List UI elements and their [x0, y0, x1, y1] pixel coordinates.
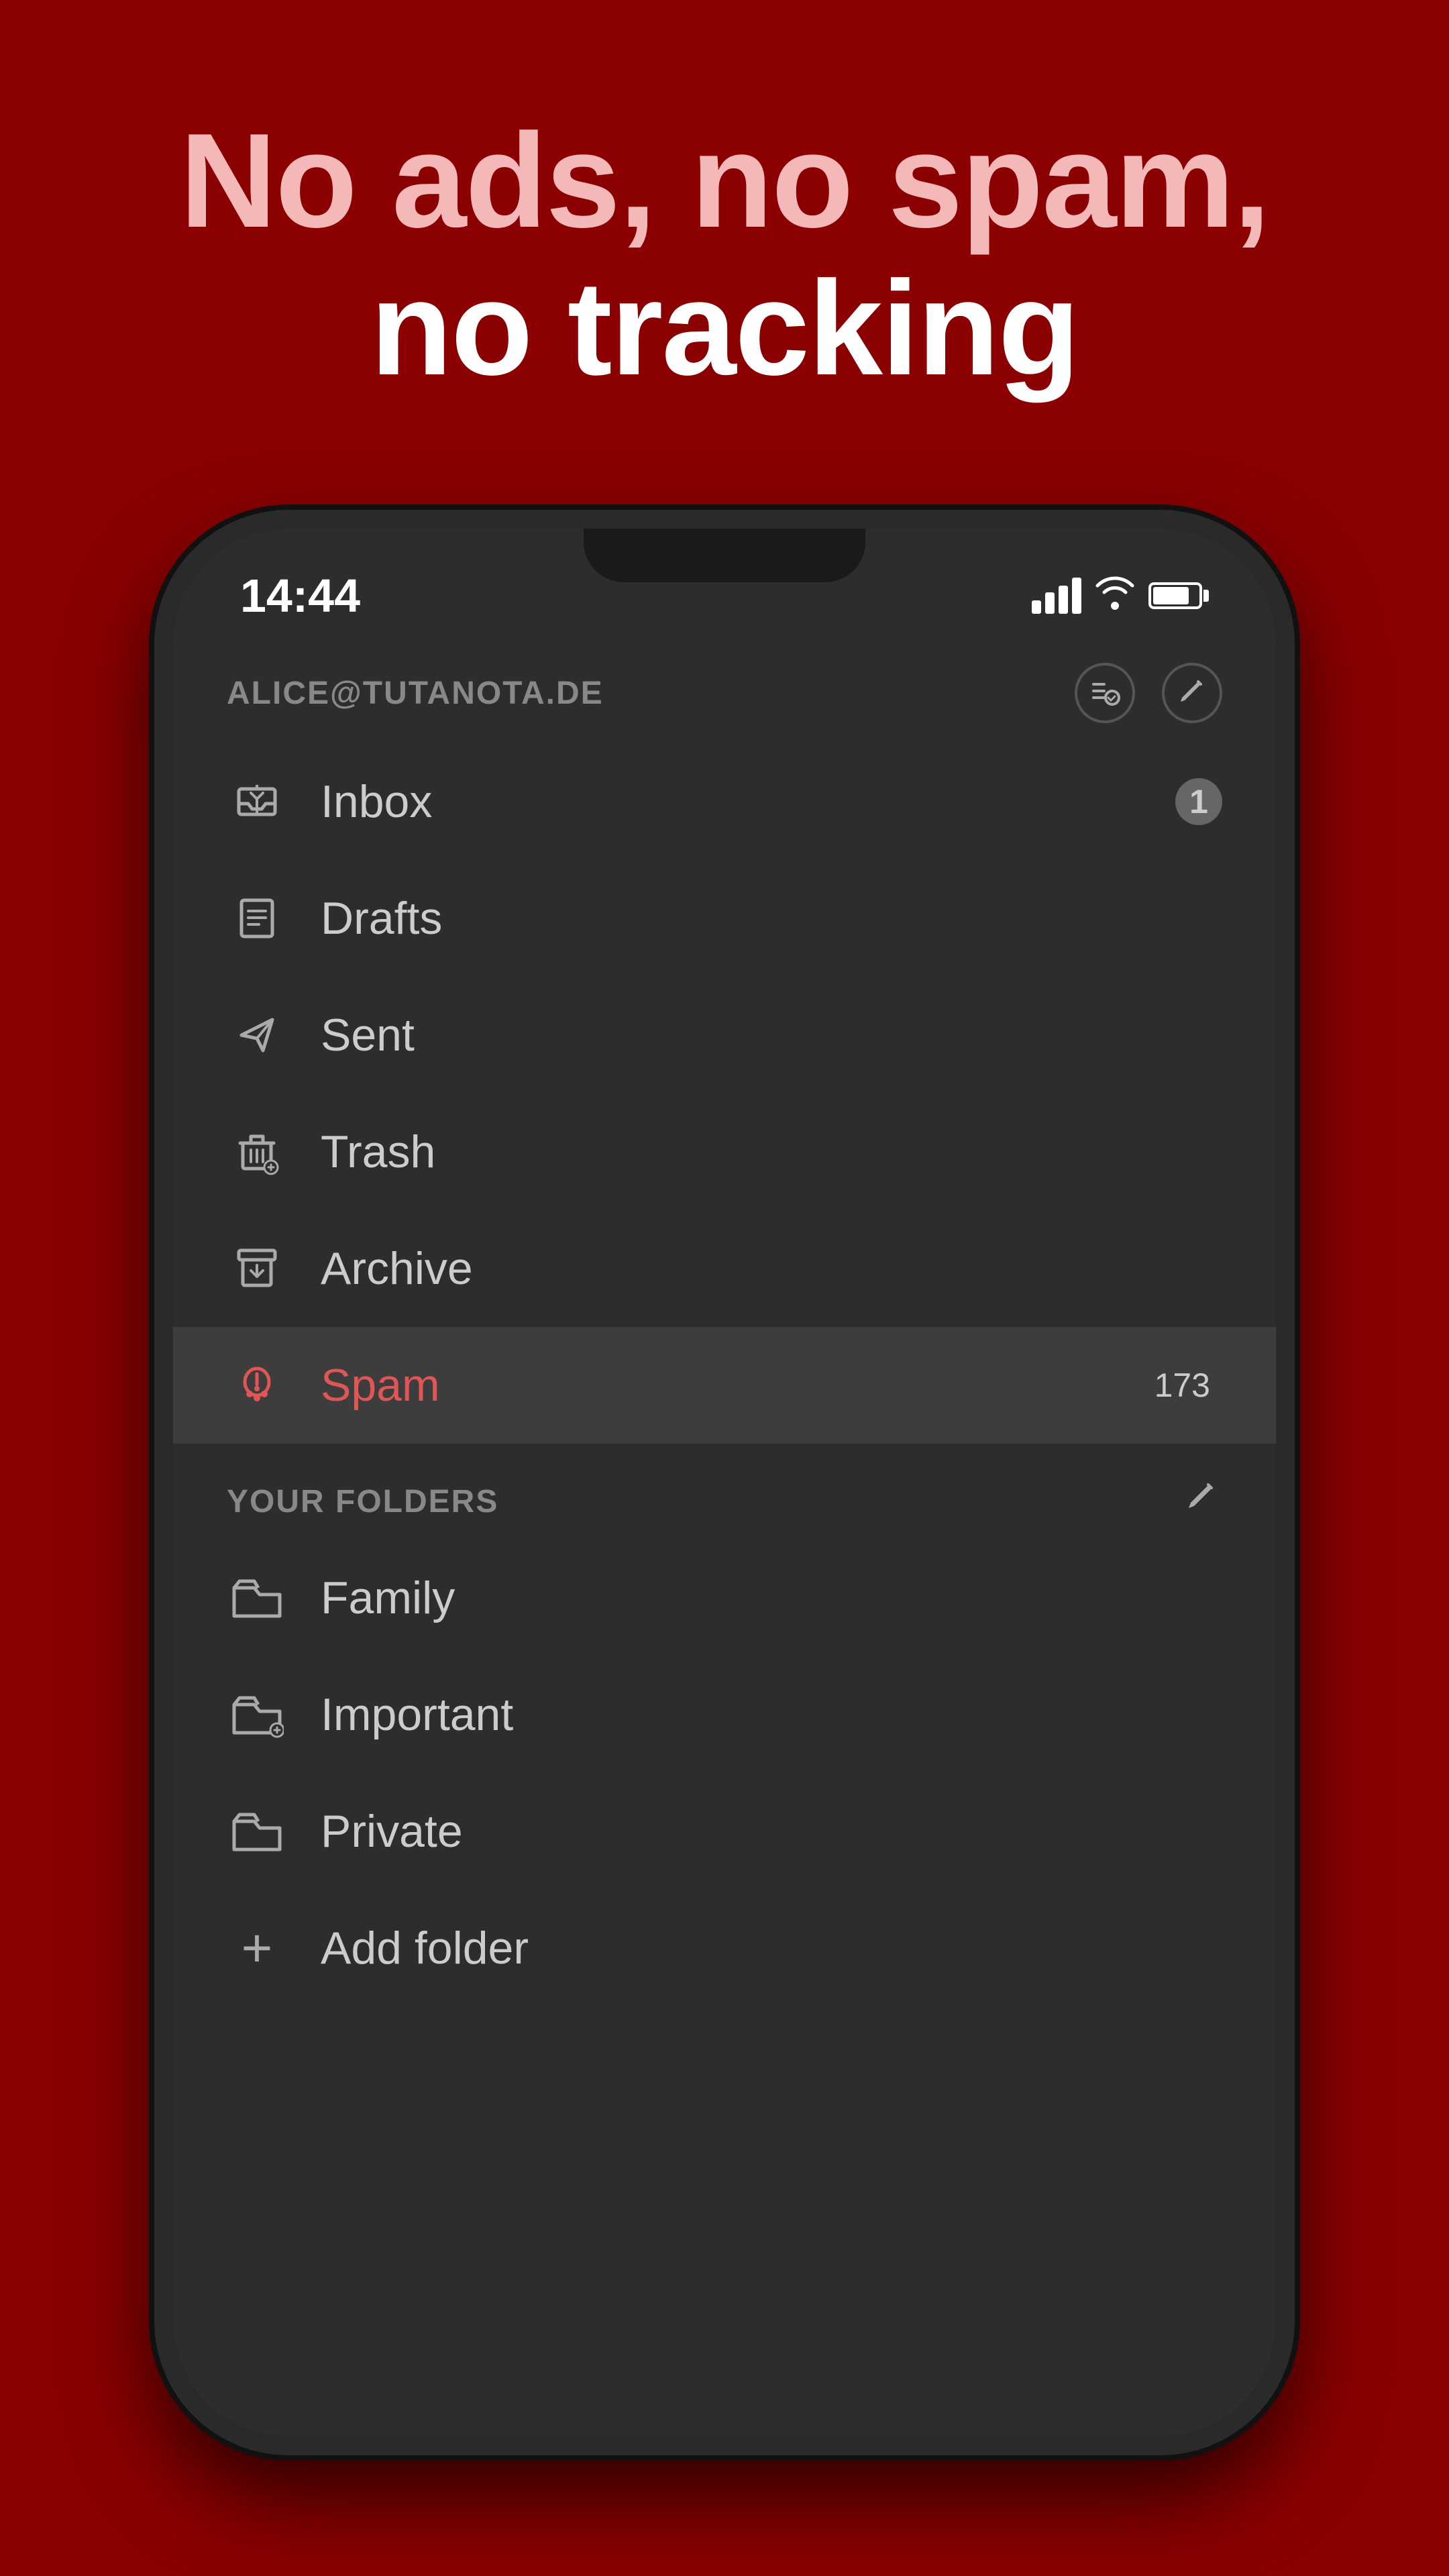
edit-folders-icon[interactable]	[1182, 1477, 1222, 1526]
family-folder-icon	[227, 1568, 287, 1628]
folder-item-important[interactable]: Important	[173, 1656, 1276, 1773]
folder-item-family[interactable]: Family	[173, 1540, 1276, 1656]
add-folder-plus-icon: +	[227, 1918, 287, 1978]
wifi-icon	[1095, 574, 1135, 619]
inbox-label: Inbox	[321, 775, 1175, 828]
compose-icon-btn[interactable]	[1162, 663, 1222, 723]
app-content: ALICE@TUTANOTA.DE	[173, 636, 1276, 2436]
signal-icon	[1032, 578, 1081, 614]
drawer-header: ALICE@TUTANOTA.DE	[173, 636, 1276, 743]
trash-label: Trash	[321, 1126, 1222, 1178]
menu-list: Inbox 1	[173, 743, 1276, 2436]
private-folder-label: Private	[321, 1805, 463, 1858]
menu-item-sent[interactable]: Sent	[173, 977, 1276, 1093]
account-email: ALICE@TUTANOTA.DE	[227, 675, 604, 712]
spam-label: Spam	[321, 1359, 1142, 1411]
spam-icon	[227, 1355, 287, 1415]
folder-item-private[interactable]: Private	[173, 1773, 1276, 1890]
battery-icon	[1148, 582, 1209, 609]
add-folder-label: Add folder	[321, 1922, 529, 1974]
phone-shell: 14:44	[154, 510, 1295, 2455]
inbox-badge: 1	[1175, 778, 1222, 825]
folders-section-header: YOUR FOLDERS	[173, 1444, 1276, 1540]
folders-section-title: YOUR FOLDERS	[227, 1483, 498, 1520]
status-time: 14:44	[240, 569, 360, 623]
trash-icon	[227, 1122, 287, 1182]
phone-screen: 14:44	[173, 529, 1276, 2436]
family-folder-label: Family	[321, 1572, 455, 1624]
spam-badge-text: 173	[1155, 1366, 1210, 1405]
headline-line1: No ads, no spam,	[80, 107, 1368, 255]
spam-badge: 173	[1142, 1362, 1222, 1409]
headline-area: No ads, no spam, no tracking	[0, 0, 1449, 456]
drafts-icon	[227, 888, 287, 949]
important-folder-icon	[227, 1684, 287, 1745]
archive-label: Archive	[321, 1242, 1222, 1295]
add-folder-item[interactable]: + Add folder	[173, 1890, 1276, 2006]
archive-icon	[227, 1238, 287, 1299]
private-folder-icon	[227, 1801, 287, 1862]
sent-icon	[227, 1005, 287, 1065]
drafts-label: Drafts	[321, 892, 1222, 945]
menu-item-archive[interactable]: Archive	[173, 1210, 1276, 1327]
important-folder-label: Important	[321, 1688, 513, 1741]
menu-item-trash[interactable]: Trash	[173, 1093, 1276, 1210]
status-icons	[1032, 574, 1209, 619]
header-icons	[1075, 663, 1222, 723]
phone-notch	[584, 529, 865, 582]
sent-label: Sent	[321, 1009, 1222, 1061]
headline-line2: no tracking	[80, 255, 1368, 402]
inbox-icon	[227, 771, 287, 832]
menu-item-spam[interactable]: Spam 173	[173, 1327, 1276, 1444]
menu-item-inbox[interactable]: Inbox 1	[173, 743, 1276, 860]
phone-mockup: 14:44	[154, 510, 1295, 2455]
checklist-icon-btn[interactable]	[1075, 663, 1135, 723]
menu-item-drafts[interactable]: Drafts	[173, 860, 1276, 977]
inbox-badge-text: 1	[1189, 782, 1208, 821]
